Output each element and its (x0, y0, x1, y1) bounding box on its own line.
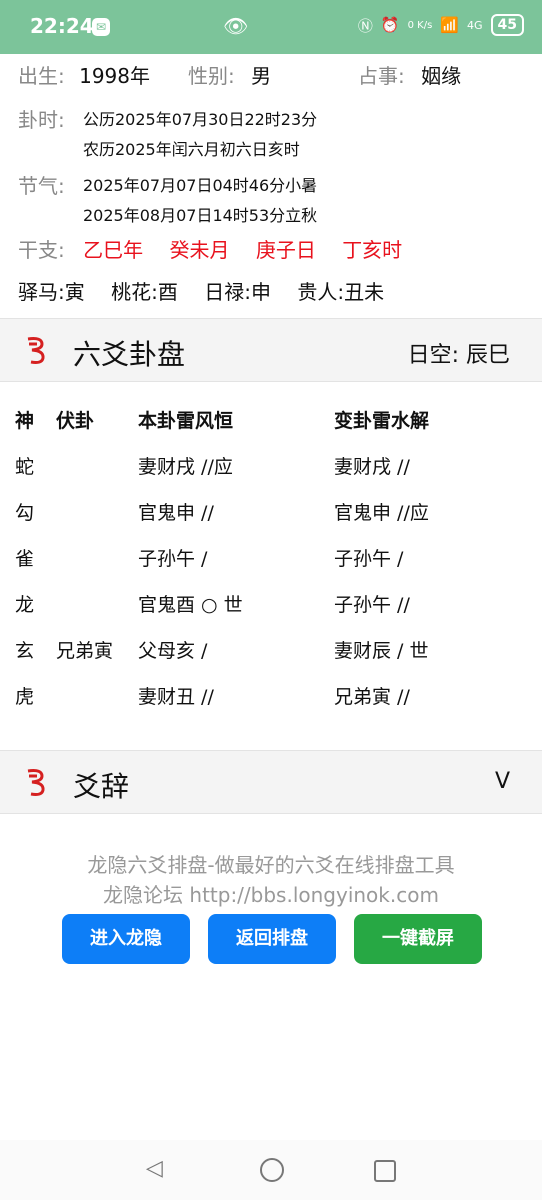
row-3-bian: 子孙午 / (334, 548, 404, 570)
gender-label: 性别: (188, 64, 235, 88)
time-solar: 公历2025年07月30日22时23分 (83, 110, 318, 129)
screenshot-button[interactable]: 一键截屏 (354, 914, 482, 964)
solar-term-label: 节气: (18, 174, 65, 198)
row-5-shen: 玄 (15, 640, 35, 662)
network-type: 4G (466, 18, 483, 32)
shensha-row: 驿马:寅 桃花:酉 日禄:申 贵人:丑未 (18, 276, 384, 305)
solar-term-1: 2025年07月07日04时46分小暑 (83, 176, 318, 195)
header-bian: 变卦雷水解 (334, 410, 430, 432)
row-1-bian: 妻财戌 // (334, 456, 410, 478)
header-ben: 本卦雷风恒 (138, 410, 234, 432)
birth-value: 1998年 (79, 64, 151, 88)
birth-label: 出生: (18, 64, 65, 88)
row-6-shen: 虎 (15, 686, 35, 708)
row-3-shen: 雀 (15, 548, 35, 570)
ganzhi-day: 庚子日 (255, 238, 316, 262)
time-label: 卦时: (18, 108, 65, 132)
expand-toggle[interactable]: V (495, 769, 510, 794)
matter-group: 占事: 姻缘 (358, 60, 461, 89)
battery-indicator: 45 (490, 14, 524, 36)
system-nav-bar: ◁ (0, 1140, 542, 1200)
ganzhi-month: 癸未月 (169, 238, 230, 262)
recent-apps-icon[interactable] (374, 1160, 396, 1182)
row-5-fu: 兄弟寅 (56, 640, 114, 662)
yima: 驿马:寅 (18, 280, 85, 304)
home-icon[interactable] (260, 1158, 284, 1182)
row-2-shen: 勾 (15, 502, 35, 524)
row-2-bian: 官鬼申 //应 (334, 502, 429, 524)
row-1-ben: 妻财戌 //应 (138, 456, 233, 478)
back-icon[interactable]: ◁ (146, 1156, 163, 1181)
ganzhi-hour: 丁亥时 (342, 238, 403, 262)
yaoci-section-title: 爻辞 (73, 770, 130, 803)
header-fu: 伏卦 (56, 410, 95, 432)
row-2-ben: 官鬼申 // (138, 502, 214, 524)
row-5-ben: 父母亥 / (138, 640, 208, 662)
back-to-chart-button[interactable]: 返回排盘 (208, 914, 336, 964)
row-4-bian: 子孙午 // (334, 594, 410, 616)
row-4-ben: 官鬼酉 ○ 世 (138, 594, 243, 616)
header-shen: 神 (15, 410, 35, 432)
row-5-bian: 妻财辰 / 世 (334, 640, 429, 662)
alarm-icon: ⏰ (380, 16, 400, 34)
row-1-shen: 蛇 (15, 456, 35, 478)
ganzhi-row: 干支: 乙巳年 癸未月 庚子日 丁亥时 (18, 234, 402, 263)
gender-value: 男 (251, 64, 272, 88)
dragon-logo-icon (27, 769, 45, 796)
gua-section-header: 六爻卦盘 日空: 辰巳 (0, 318, 542, 382)
eye-icon: 👁 (223, 14, 249, 38)
ganzhi-year: 乙巳年 (83, 238, 144, 262)
matter-label: 占事: (358, 64, 405, 88)
gender-group: 性别: 男 (188, 60, 271, 89)
dragon-logo-icon (27, 337, 45, 364)
system-icons: Ⓝ ⏰ 0 K/s 📶 4G 45 (358, 14, 524, 36)
net-speed: 0 K/s (407, 19, 433, 31)
row-4-shen: 龙 (15, 594, 35, 616)
taohua: 桃花:酉 (111, 280, 178, 304)
footer-slogan: 龙隐六爻排盘-做最好的六爻在线排盘工具 (87, 853, 455, 877)
gua-section-title: 六爻卦盘 (73, 338, 186, 371)
solar-term-2: 2025年08月07日14时53分立秋 (83, 206, 318, 225)
status-bar: 22:24 ✉ 👁 Ⓝ ⏰ 0 K/s 📶 4G 45 (0, 0, 542, 54)
guiren: 贵人:丑未 (297, 280, 385, 304)
row-6-ben: 妻财丑 // (138, 686, 214, 708)
yaoci-section-header[interactable]: 爻辞 V (0, 750, 542, 814)
wechat-notification-icon: ✉ (92, 18, 110, 36)
day-kong: 日空: 辰巳 (407, 343, 510, 368)
rilu: 日禄:申 (204, 280, 271, 304)
row-3-ben: 子孙午 / (138, 548, 208, 570)
enter-longyin-button[interactable]: 进入龙隐 (62, 914, 190, 964)
footer-forum-link[interactable]: 龙隐论坛 http://bbs.longyinok.com (0, 879, 542, 908)
row-6-bian: 兄弟寅 // (334, 686, 410, 708)
nfc-icon: Ⓝ (357, 16, 373, 35)
info-row-basic: 出生: 1998年 (18, 60, 150, 89)
status-time: 22:24 (30, 14, 94, 38)
ganzhi-label: 干支: (18, 238, 65, 262)
wifi-icon: 📶 (440, 16, 459, 34)
matter-value: 姻缘 (421, 64, 462, 88)
time-lunar: 农历2025年闰六月初六日亥时 (83, 140, 300, 159)
